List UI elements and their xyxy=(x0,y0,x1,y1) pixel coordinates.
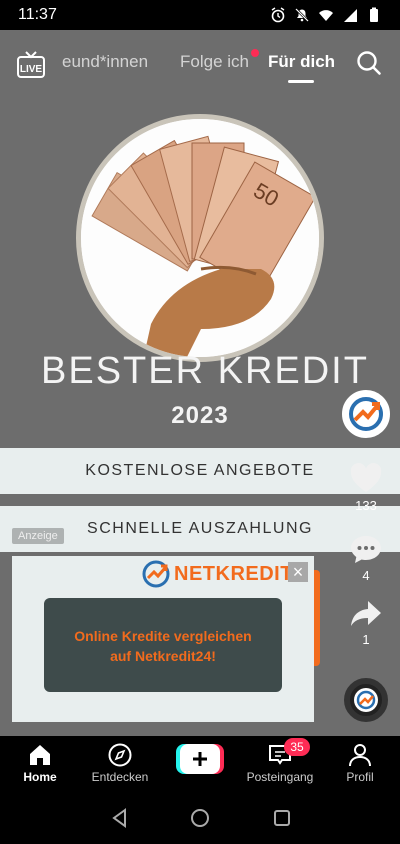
ad-cta-line-1: Online Kredite vergleichen xyxy=(74,628,252,644)
nav-discover[interactable]: Entdecken xyxy=(80,742,160,784)
nav-profile[interactable]: Profil xyxy=(320,742,400,784)
tab-following[interactable]: Folge ich xyxy=(180,52,249,72)
nav-discover-label: Entdecken xyxy=(91,770,149,784)
heart-icon xyxy=(350,463,382,492)
tab-for-you[interactable]: Für dich xyxy=(268,52,335,72)
recents-icon[interactable] xyxy=(272,808,292,828)
system-nav-bar xyxy=(0,792,400,844)
active-tab-indicator xyxy=(288,80,314,83)
comment-count: 4 xyxy=(362,568,370,583)
creator-avatar[interactable] xyxy=(342,390,390,438)
back-icon[interactable] xyxy=(110,808,130,828)
ad-cta-box[interactable]: Online Kredite vergleichen auf Netkredit… xyxy=(44,598,282,692)
create-button[interactable] xyxy=(176,744,224,774)
netkredit-logo: NETKREDIT xyxy=(142,560,293,588)
share-button[interactable]: 1 xyxy=(336,596,396,647)
profile-icon xyxy=(349,744,371,767)
netkredit-brand: NETKREDIT xyxy=(174,562,293,585)
wifi-icon xyxy=(319,10,333,21)
like-button[interactable]: 133 xyxy=(336,462,396,513)
ad-year: 2023 xyxy=(171,402,229,429)
alarm-icon xyxy=(271,7,285,23)
nav-profile-label: Profil xyxy=(346,770,374,784)
ad-headline: BESTER KREDIT xyxy=(41,350,369,392)
ad-cta-line-2: auf Netkredit24! xyxy=(110,648,216,664)
netkredit-avatar-icon xyxy=(349,397,383,431)
nav-home-label: Home xyxy=(23,770,57,784)
notification-dot xyxy=(251,49,259,57)
status-bar: 11:37 xyxy=(0,0,400,30)
home-icon xyxy=(30,745,50,765)
tab-friends[interactable]: eund*innen xyxy=(62,52,148,72)
music-disc[interactable] xyxy=(344,678,388,722)
money-image: 50 xyxy=(76,114,324,362)
nav-inbox-label: Posteingang xyxy=(246,770,314,784)
euro-notes-illustration: 50 xyxy=(81,119,319,357)
top-tabs: LIVE eund*innen Folge ich Für dich xyxy=(0,46,400,86)
share-icon xyxy=(351,601,381,626)
compass-icon xyxy=(108,743,132,767)
sound-icon xyxy=(354,688,378,712)
status-time: 11:37 xyxy=(18,6,57,23)
search-icon[interactable] xyxy=(356,50,382,76)
battery-icon xyxy=(370,7,378,22)
sponsored-label: Anzeige xyxy=(12,528,64,544)
close-ad-button[interactable]: × xyxy=(288,562,308,582)
comment-button[interactable]: 4 xyxy=(336,532,396,583)
live-label: LIVE xyxy=(20,64,43,75)
ad-card[interactable]: NETKREDIT × Online Kredite vergleichen a… xyxy=(12,556,314,722)
video-feed[interactable]: LIVE eund*innen Folge ich Für dich 50 BE… xyxy=(0,30,400,736)
share-count: 1 xyxy=(362,632,370,647)
signal-icon xyxy=(344,9,357,22)
live-icon[interactable]: LIVE xyxy=(16,50,46,80)
status-icons xyxy=(270,7,382,23)
home-circle-icon[interactable] xyxy=(190,808,210,828)
inbox-badge: 35 xyxy=(284,738,310,756)
netkredit-logo-icon xyxy=(142,560,170,588)
bottom-nav: Home Entdecken Posteingang 35 Profil xyxy=(0,736,400,792)
nav-home[interactable]: Home xyxy=(0,742,80,784)
like-count: 133 xyxy=(355,498,377,513)
comment-icon xyxy=(351,536,381,563)
mute-icon xyxy=(295,8,309,22)
